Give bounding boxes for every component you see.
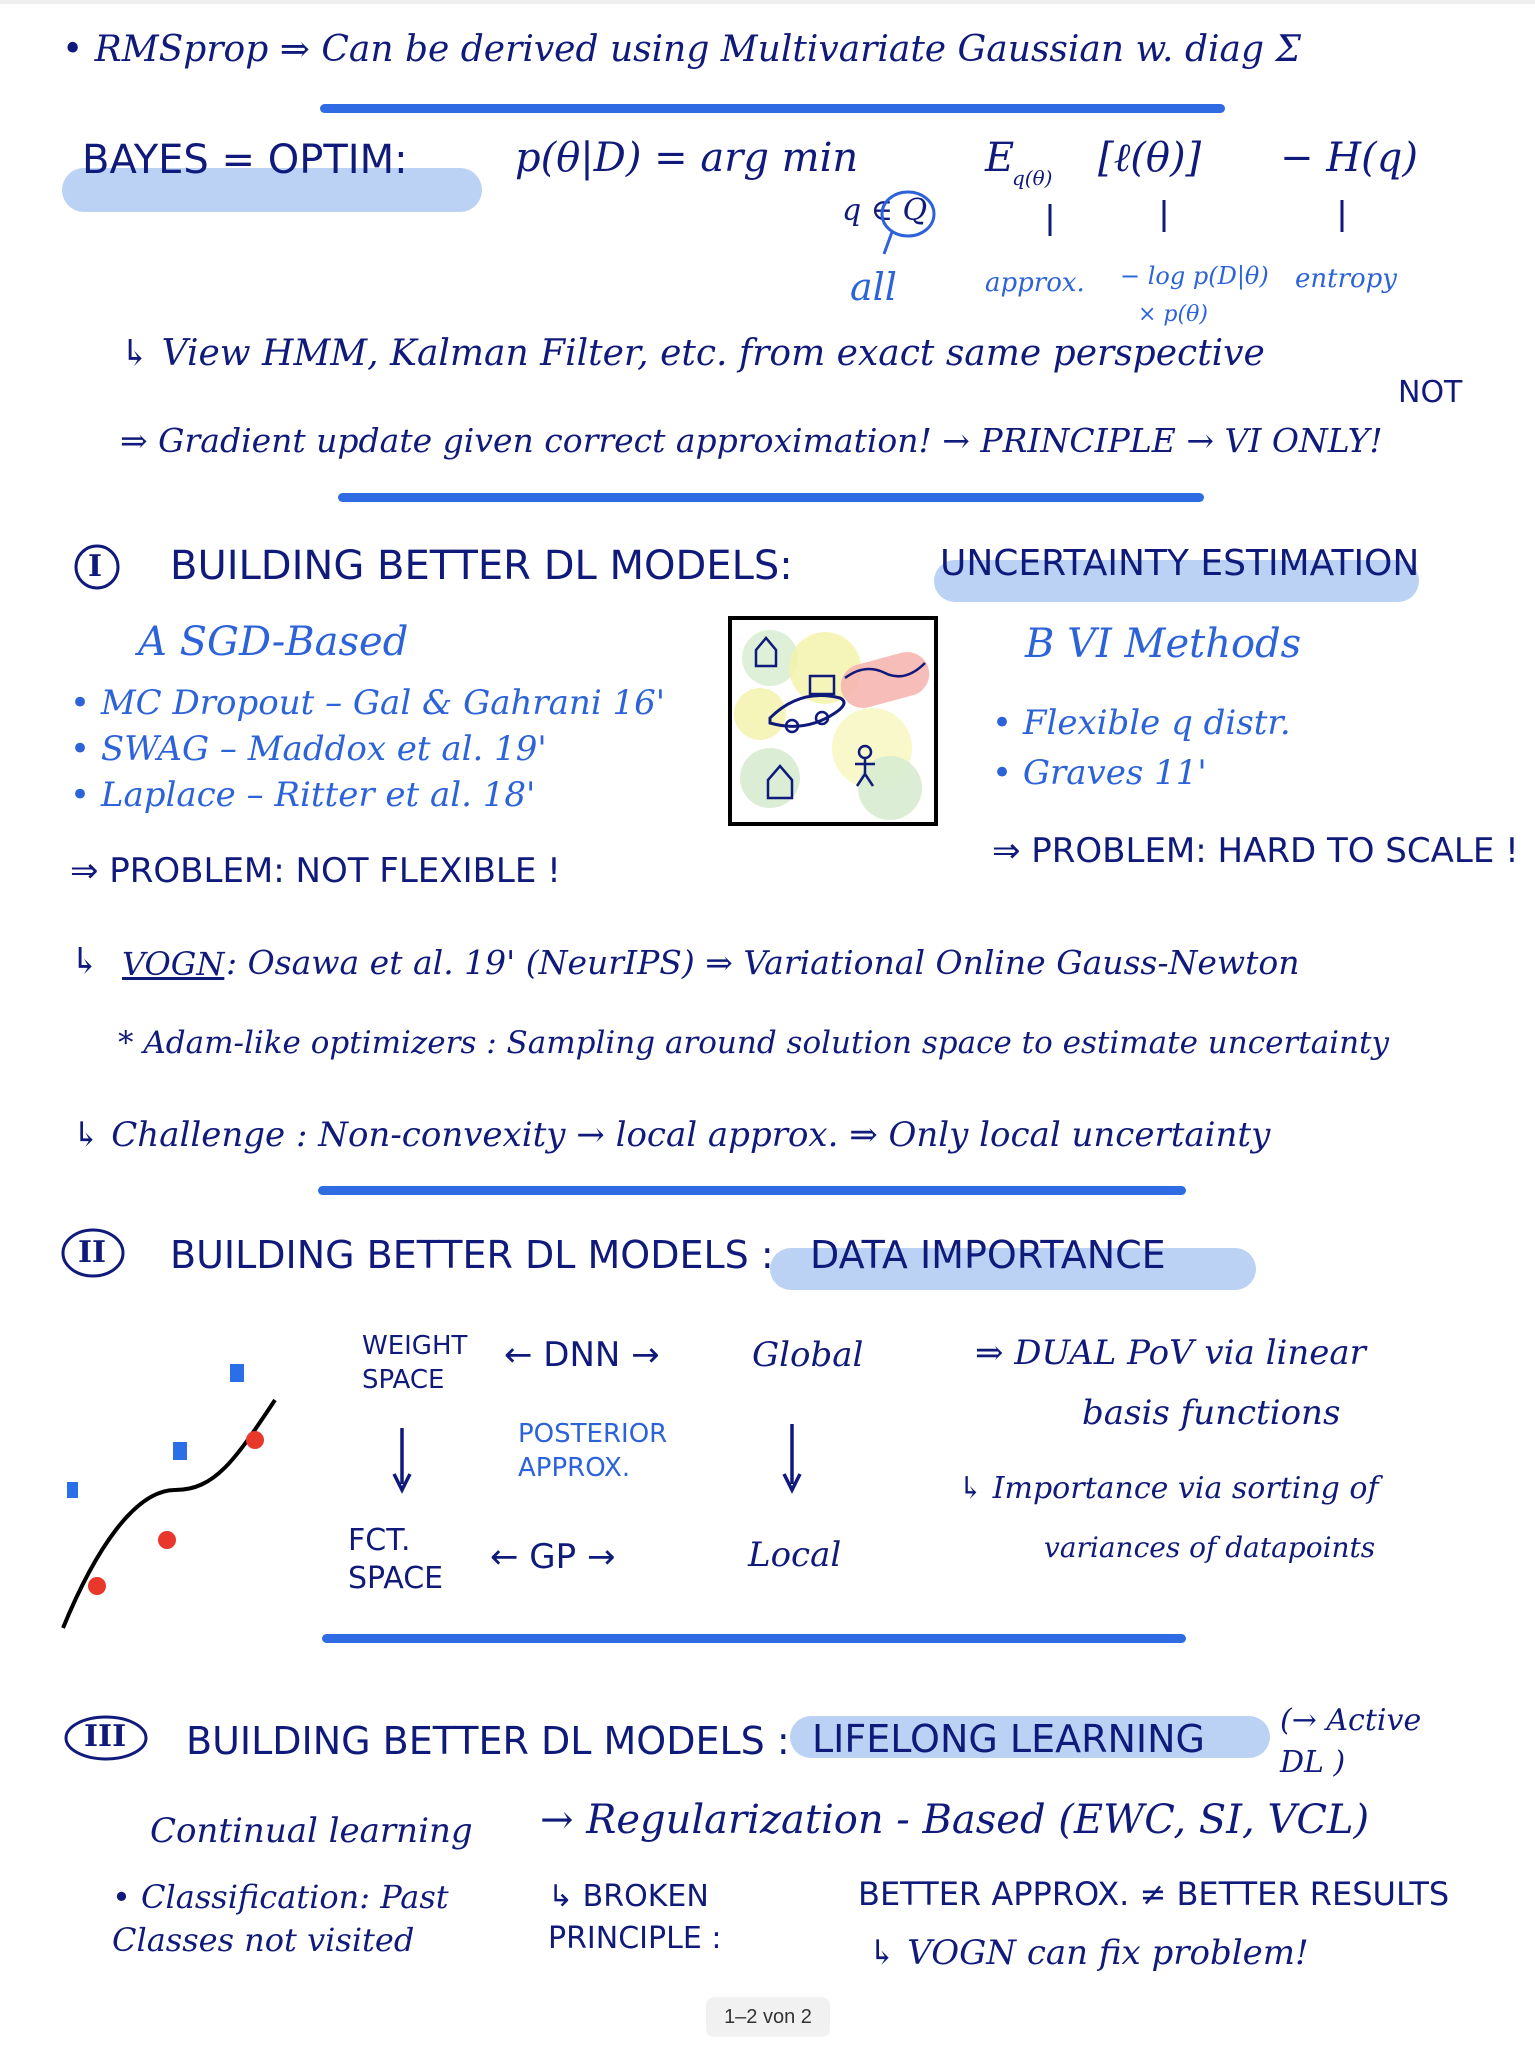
- red-dot-point: [158, 1531, 176, 1549]
- section1-number: I: [88, 549, 103, 584]
- page-indicator: 1–2 von 2: [706, 1997, 830, 2037]
- dual-line-1: ⇒ DUAL PoV via linear: [975, 1333, 1366, 1373]
- better-approx-line: BETTER APPROX. ≠ BETTER RESULTS: [858, 1875, 1450, 1913]
- section2-highlight: DATA IMPORTANCE: [810, 1233, 1166, 1277]
- annotation-prior: × p(θ): [1138, 302, 1208, 327]
- importance-line-2: variances of datapoints: [1044, 1531, 1376, 1564]
- vogn-prefix: ↳: [70, 941, 101, 982]
- gp-label: ← GP →: [490, 1537, 616, 1577]
- red-dot-point: [246, 1431, 264, 1449]
- blue-square-point: [67, 1482, 78, 1498]
- sgd-problem: ⇒ PROBLEM: NOT FLEXIBLE !: [70, 851, 561, 891]
- vogn-fix-line: ↳ VOGN can fix problem!: [868, 1933, 1309, 1973]
- view-line: ↳ View HMM, Kalman Filter, etc. from exa…: [120, 333, 1265, 374]
- annotation-approx: approx.: [985, 268, 1085, 298]
- function-curve-sketch: [61, 1364, 277, 1629]
- annotation-entropy: entropy: [1295, 264, 1397, 294]
- uncertainty-sketch: [728, 616, 938, 826]
- vi-item-2: • Graves 11': [992, 753, 1207, 793]
- dual-line-2: basis functions: [1082, 1393, 1341, 1433]
- section2-title: BUILDING BETTER DL MODELS :: [170, 1233, 774, 1277]
- dnn-label: ← DNN →: [504, 1335, 660, 1375]
- section3-number: III: [84, 1719, 127, 1754]
- annotation-loss: − log p(D|θ): [1120, 262, 1269, 290]
- regularization-line: → Regularization - Based (EWC, SI, VCL): [540, 1797, 1370, 1843]
- broken-principle: ↳ BROKEN PRINCIPLE :: [548, 1879, 722, 1956]
- section3-highlight: LIFELONG LEARNING: [812, 1717, 1206, 1761]
- not-label: NOT: [1398, 375, 1463, 410]
- section1-highlight: UNCERTAINTY ESTIMATION: [940, 543, 1420, 584]
- vi-item-1: • Flexible q distr.: [992, 703, 1291, 743]
- loss-term: [ℓ(θ)]: [1098, 135, 1202, 181]
- sgd-item-2: • SWAG – Maddox et al. 19': [70, 729, 547, 769]
- continual-learning: Continual learning: [150, 1811, 473, 1851]
- annotation-all: all: [850, 265, 897, 309]
- vi-problem: ⇒ PROBLEM: HARD TO SCALE !: [992, 831, 1519, 871]
- classification-note: • Classification: Past Classes not visit…: [112, 1878, 449, 1960]
- all-circle-icon: [880, 190, 936, 255]
- adam-line: * Adam-like optimizers : Sampling around…: [118, 1025, 1390, 1061]
- bayes-formula: p(θ|D) = arg min: [515, 135, 859, 181]
- annotation-ticks: [1048, 200, 1344, 236]
- entropy-term: − H(q): [1280, 135, 1418, 181]
- notes-page: • RMSprop ⇒ Can be derived using Multiva…: [0, 0, 1535, 2048]
- importance-line-1: ↳ Importance via sorting of: [958, 1471, 1379, 1506]
- vi-heading: B VI Methods: [1025, 621, 1302, 667]
- function-space-label: FCT. SPACE: [348, 1523, 444, 1596]
- section1-title: BUILDING BETTER DL MODELS:: [170, 543, 793, 589]
- separator-4: [322, 1634, 1186, 1643]
- separator-2: [338, 493, 1204, 502]
- gradient-line: ⇒ Gradient update given correct approxim…: [120, 421, 1383, 460]
- section3-title: BUILDING BETTER DL MODELS :: [186, 1719, 790, 1763]
- sgd-heading: A SGD-Based: [138, 619, 409, 665]
- sgd-item-1: • MC Dropout – Gal & Gahrani 16': [70, 683, 666, 723]
- posterior-approx-label: POSTERIOR APPROX.: [518, 1419, 668, 1483]
- separator-1: [320, 104, 1225, 113]
- global-label: Global: [752, 1335, 864, 1375]
- red-dot-point: [88, 1577, 106, 1595]
- vogn-line: : Osawa et al. 19' (NeurIPS) ⇒ Variation…: [226, 943, 1300, 982]
- challenge-line: ↳ Challenge : Non-convexity → local appr…: [72, 1115, 1271, 1155]
- vogn-label: VOGN: [122, 945, 225, 983]
- separator-3: [318, 1186, 1186, 1195]
- section2-number: II: [78, 1235, 107, 1270]
- expectation: E: [985, 135, 1015, 181]
- blue-square-point: [230, 1364, 244, 1382]
- sgd-item-3: • Laplace – Ritter et al. 18': [70, 775, 536, 815]
- active-dl-note: (→ Active DL ): [1280, 1703, 1422, 1780]
- top-border: [0, 0, 1535, 4]
- rmsprop-line: • RMSprop ⇒ Can be derived using Multiva…: [62, 29, 1301, 70]
- local-label: Local: [748, 1535, 842, 1575]
- bayes-label: BAYES = OPTIM:: [82, 137, 408, 183]
- expectation-sub: q(θ): [1012, 166, 1053, 190]
- weight-space-label: WEIGHT SPACE: [362, 1331, 468, 1395]
- blue-square-point: [173, 1442, 187, 1460]
